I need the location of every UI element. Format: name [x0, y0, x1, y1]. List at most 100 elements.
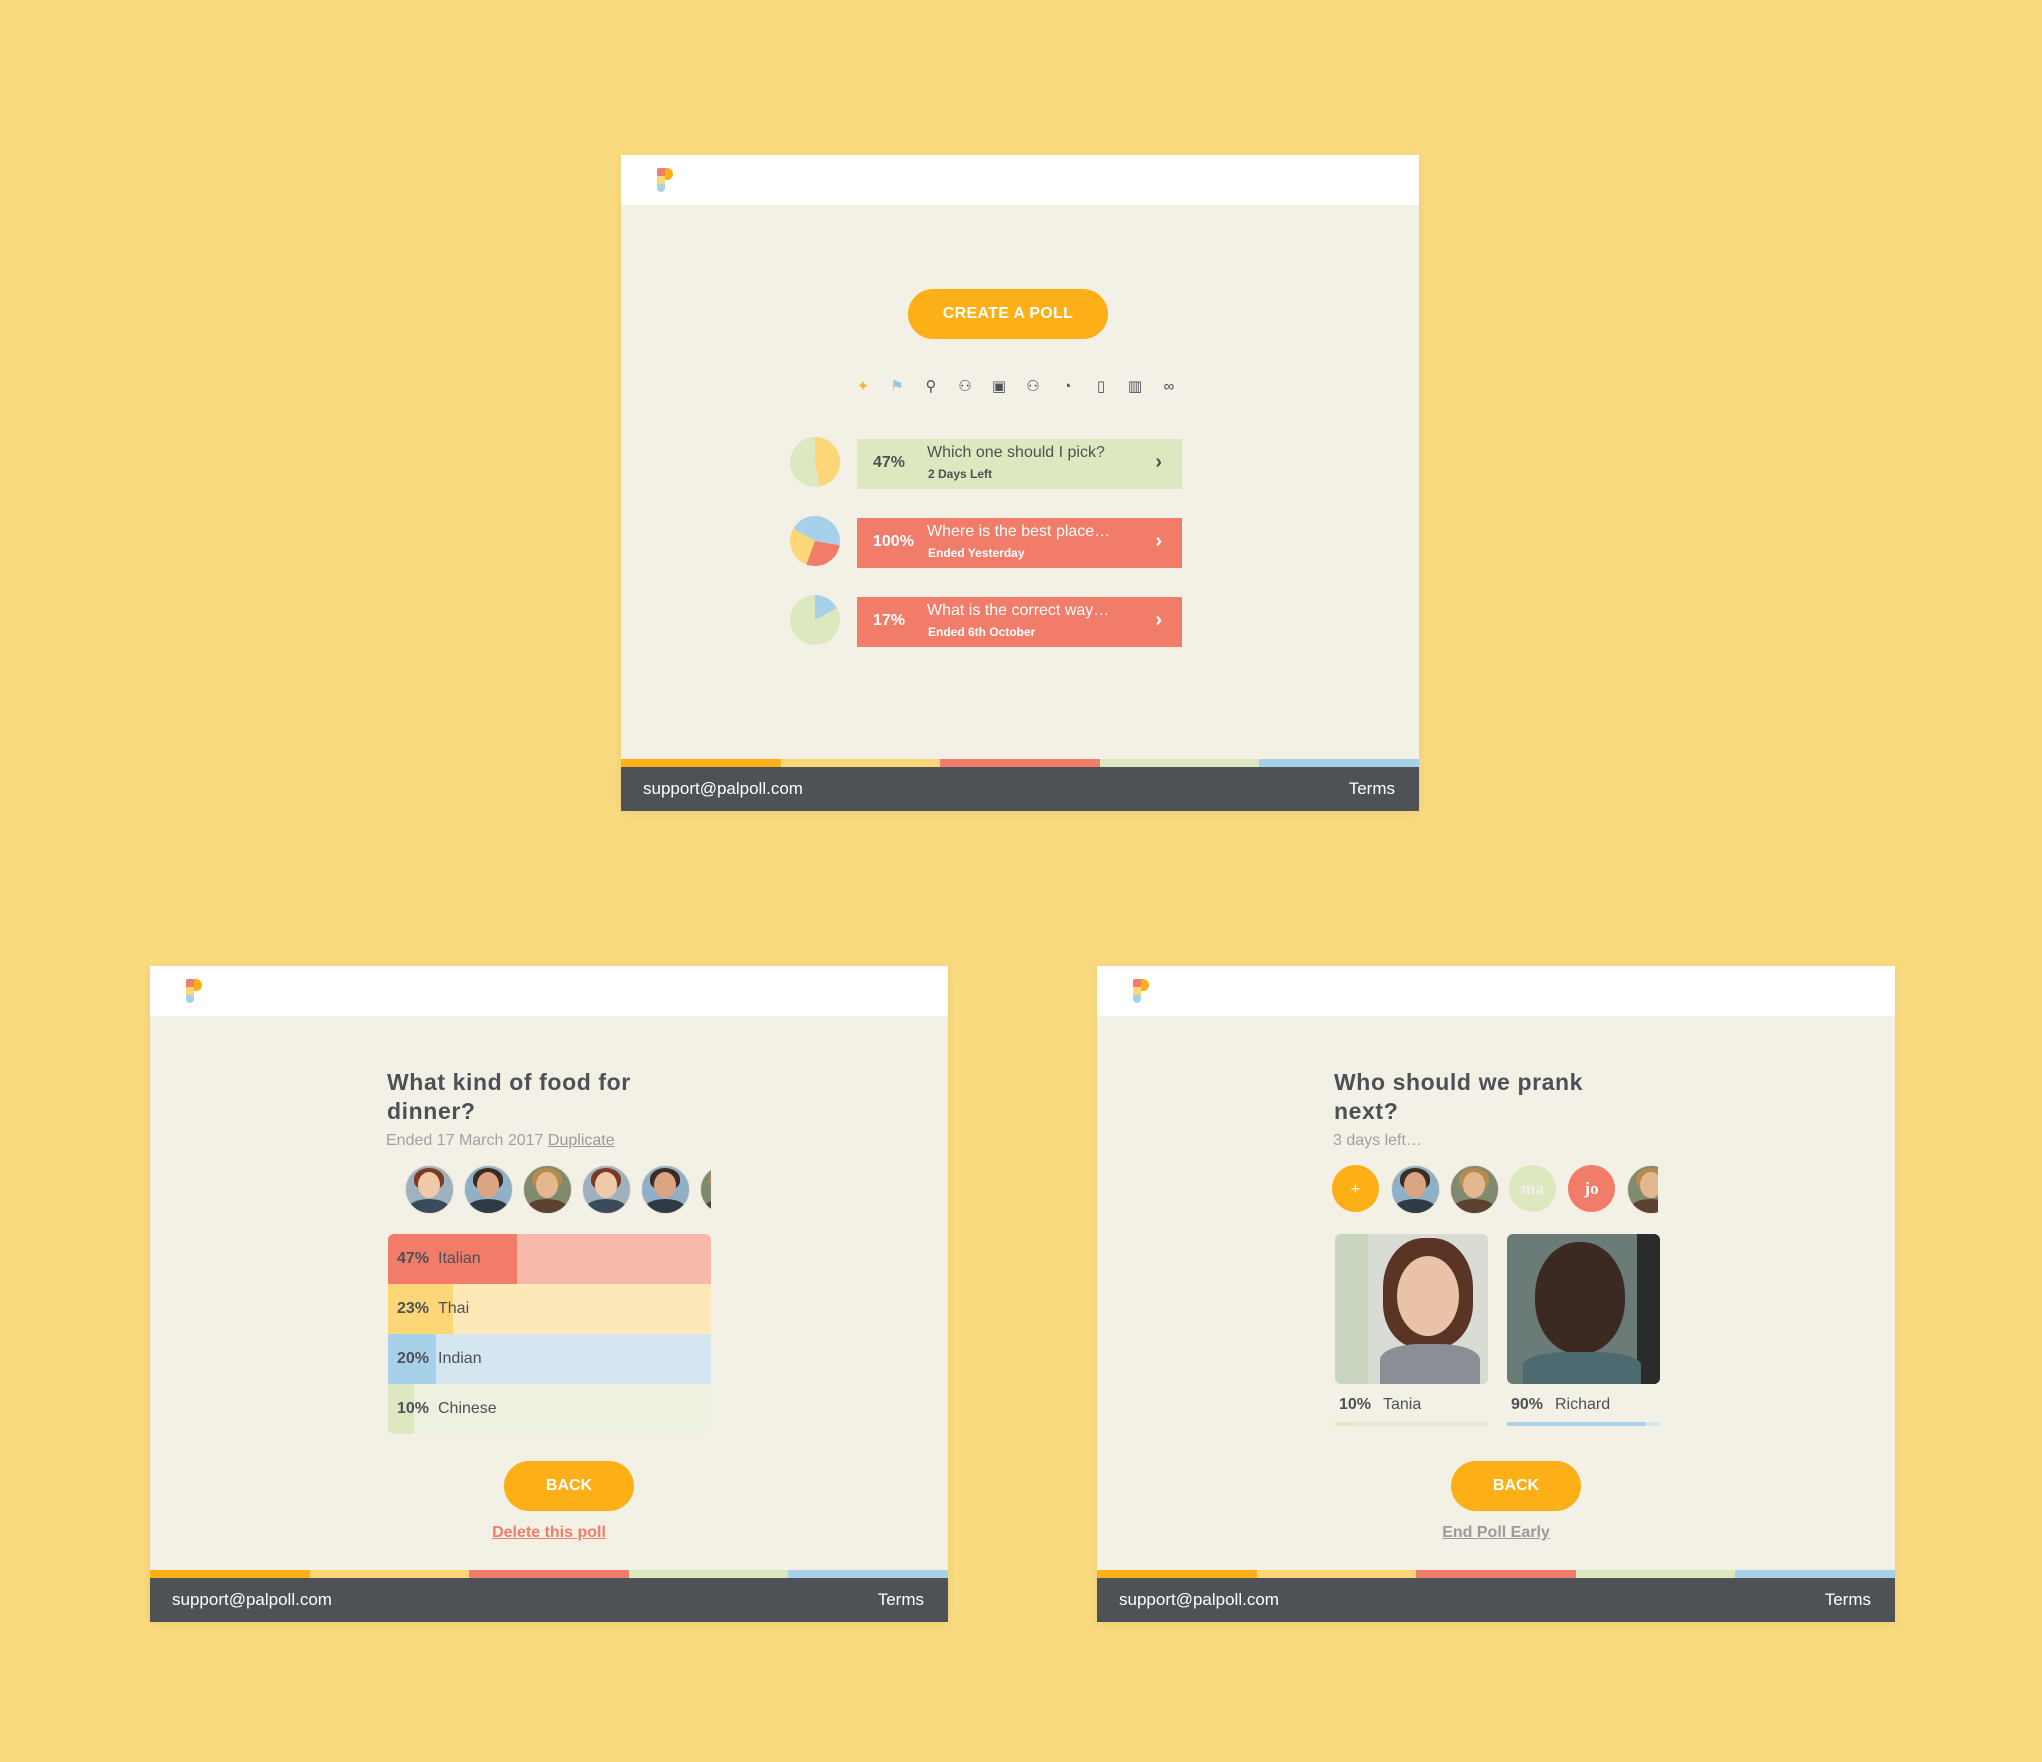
result-percent: 23%	[397, 1300, 430, 1317]
color-stripe	[150, 1570, 948, 1578]
result-row: 47% Italian	[388, 1234, 711, 1284]
poll-status: 2 Days Left	[928, 467, 993, 481]
clock-icon[interactable]: ◔	[1055, 378, 1079, 395]
poll-pie-chart	[790, 516, 840, 566]
add-voter-button[interactable]: +	[1332, 1165, 1379, 1212]
candidate-card[interactable]: 90% Richard	[1507, 1234, 1660, 1426]
terms-link[interactable]: Terms	[1825, 1590, 1871, 1610]
poll-results-screen: What kind of food for dinner? Ended 17 M…	[150, 966, 948, 1622]
color-stripe	[1097, 1570, 1895, 1578]
candidate-photo[interactable]	[1335, 1234, 1488, 1384]
result-row: 23% Thai	[388, 1284, 711, 1334]
poll-list-screen: CREATE A POLL ✦ ⚑ ⚲ ⚇ ▣ ⚇ ◔ ▯ ▥ ∞ 47% Wh…	[621, 155, 1419, 811]
voter-avatars	[405, 1165, 711, 1215]
poll-bar[interactable]: 100% Where is the best place… Ended Yest…	[857, 518, 1182, 568]
chevron-right-icon[interactable]: ›	[1155, 609, 1162, 632]
avatar[interactable]	[1450, 1165, 1499, 1214]
candidate-card[interactable]: 10% Tania	[1335, 1234, 1488, 1426]
chevron-right-icon[interactable]: ›	[1155, 451, 1162, 474]
avatar[interactable]	[1391, 1165, 1440, 1214]
person-icon[interactable]: ⚇	[1021, 377, 1045, 395]
footer: support@palpoll.com Terms	[621, 767, 1419, 811]
end-poll-early-link[interactable]: End Poll Early	[1097, 1524, 1895, 1542]
footer: support@palpoll.com Terms	[150, 1578, 948, 1622]
result-label: Indian	[438, 1350, 482, 1367]
avatar[interactable]	[700, 1165, 711, 1214]
poll-meta: 3 days left…	[1333, 1132, 1422, 1150]
create-poll-button[interactable]: CREATE A POLL	[908, 289, 1108, 339]
support-email-link[interactable]: support@palpoll.com	[643, 779, 803, 799]
avatar[interactable]	[405, 1165, 454, 1214]
poll-question: Where is the best place…	[927, 523, 1111, 540]
poll-pie-chart	[790, 437, 840, 487]
result-percent: 10%	[397, 1400, 430, 1417]
candidate-progress-fill	[1507, 1422, 1645, 1426]
initials-avatar[interactable]: ma	[1509, 1165, 1556, 1212]
palpoll-logo[interactable]	[1133, 979, 1149, 1003]
poll-question: Which one should I pick?	[927, 444, 1105, 461]
poll-pie-chart	[790, 595, 840, 645]
chevron-right-icon[interactable]: ›	[1155, 530, 1162, 553]
poll-bar[interactable]: 47% Which one should I pick? 2 Days Left…	[857, 439, 1182, 489]
poll-status: Ended 6th October	[928, 625, 1036, 639]
terms-link[interactable]: Terms	[1349, 779, 1395, 799]
result-row: 20% Indian	[388, 1334, 711, 1384]
result-label: Thai	[438, 1300, 470, 1317]
pin-icon[interactable]: ⚲	[919, 377, 943, 395]
result-percent: 47%	[397, 1250, 430, 1267]
duplicate-link[interactable]: Duplicate	[548, 1132, 615, 1149]
initials-avatar[interactable]: jo	[1568, 1165, 1615, 1212]
flag-icon[interactable]: ⚑	[885, 377, 909, 395]
avatar[interactable]	[582, 1165, 631, 1214]
color-stripe	[621, 759, 1419, 767]
back-button[interactable]: BACK	[1451, 1461, 1581, 1511]
poll-bar[interactable]: 17% What is the correct way… Ended 6th O…	[857, 597, 1182, 647]
result-percent: 20%	[397, 1350, 430, 1367]
candidate-progress-fill	[1335, 1422, 1351, 1426]
poll-row[interactable]: 17% What is the correct way… Ended 6th O…	[790, 595, 1182, 647]
category-icon-row: ✦ ⚑ ⚲ ⚇ ▣ ⚇ ◔ ▯ ▥ ∞	[851, 373, 1181, 399]
poll-row[interactable]: 47% Which one should I pick? 2 Days Left…	[790, 437, 1182, 489]
candidate-photo[interactable]	[1507, 1234, 1660, 1384]
poll-vote-screen: Who should we prank next? 3 days left… +…	[1097, 966, 1895, 1622]
candidate-name: Tania	[1383, 1396, 1422, 1413]
poll-percent: 100%	[873, 533, 914, 550]
poll-status: Ended Yesterday	[928, 546, 1025, 560]
avatar[interactable]	[1627, 1165, 1658, 1214]
poll-question: What is the correct way…	[927, 602, 1110, 619]
building-icon[interactable]: ▥	[1123, 377, 1147, 395]
support-email-link[interactable]: support@palpoll.com	[172, 1590, 332, 1610]
candidate-percent: 10%	[1339, 1396, 1372, 1413]
top-bar	[1097, 966, 1895, 1016]
avatar[interactable]	[641, 1165, 690, 1214]
poll-title: What kind of food for dinner?	[387, 1069, 631, 1124]
palpoll-logo[interactable]	[186, 979, 202, 1003]
terms-link[interactable]: Terms	[878, 1590, 924, 1610]
bottle-icon[interactable]: ▯	[1089, 377, 1113, 395]
delete-poll-link[interactable]: Delete this poll	[150, 1524, 948, 1542]
voter-avatars: + ma jo	[1332, 1165, 1658, 1215]
results-table: 47% Italian 23% Thai 20% Indian 10% Chin…	[388, 1234, 711, 1434]
time-left: 3 days left…	[1333, 1132, 1422, 1149]
avatar[interactable]	[523, 1165, 572, 1214]
poll-percent: 47%	[873, 454, 906, 471]
palpoll-logo[interactable]	[657, 168, 673, 192]
camera-icon[interactable]: ▣	[987, 377, 1011, 395]
poll-meta: Ended 17 March 2017 Duplicate	[386, 1132, 615, 1150]
footer: support@palpoll.com Terms	[1097, 1578, 1895, 1622]
poll-row[interactable]: 100% Where is the best place… Ended Yest…	[790, 516, 1182, 568]
link-icon[interactable]: ∞	[1157, 378, 1181, 395]
avatar[interactable]	[464, 1165, 513, 1214]
back-button[interactable]: BACK	[504, 1461, 634, 1511]
ended-date: Ended 17 March 2017	[386, 1132, 544, 1149]
top-bar	[150, 966, 948, 1016]
lightbulb-icon[interactable]: ✦	[851, 377, 875, 395]
candidate-name: Richard	[1555, 1396, 1611, 1413]
support-email-link[interactable]: support@palpoll.com	[1119, 1590, 1279, 1610]
candidate-progress	[1507, 1422, 1660, 1426]
top-bar	[621, 155, 1419, 205]
poll-title: Who should we prank next?	[1334, 1069, 1584, 1124]
candidate-percent: 90%	[1511, 1396, 1544, 1413]
poll-percent: 17%	[873, 612, 906, 629]
person-icon[interactable]: ⚇	[953, 377, 977, 395]
